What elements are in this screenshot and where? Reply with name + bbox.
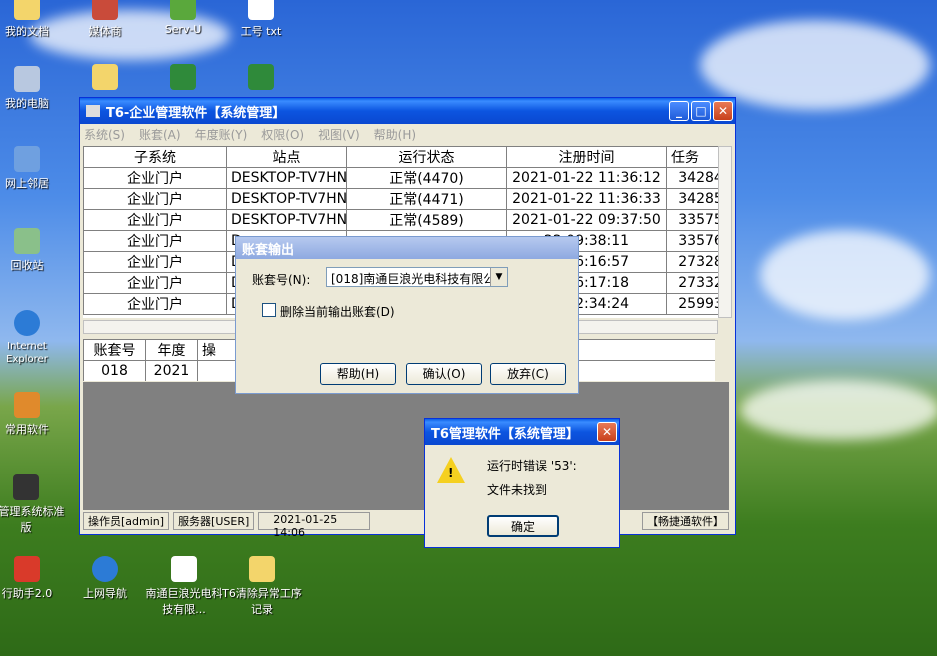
error-line1: 运行时错误 '53': xyxy=(487,459,577,473)
desktop-icon-excel1[interactable] xyxy=(148,64,218,93)
desktop-icon-ie[interactable]: Internet Explorer xyxy=(0,310,62,365)
desktop-icon-nav[interactable]: 上网导航 xyxy=(70,556,140,601)
desktop-icon-txt[interactable]: 工号 txt xyxy=(226,0,296,39)
app-icon xyxy=(92,0,118,20)
menu-account[interactable]: 账套(A) xyxy=(139,126,181,143)
content-gray-area xyxy=(83,382,729,510)
maximize-button[interactable]: □ xyxy=(691,101,711,121)
desktop-icon-media[interactable]: 媒体商 xyxy=(70,0,140,39)
recycle-bin-icon xyxy=(14,228,40,254)
menu-view[interactable]: 视图(V) xyxy=(318,126,360,143)
desktop-icon-t6-clear[interactable]: T6清除异常工序记录 xyxy=(222,556,302,617)
app-icon xyxy=(86,105,100,117)
col-login-time[interactable]: 注册时间 xyxy=(506,146,667,168)
chevron-down-icon[interactable]: ▼ xyxy=(490,268,507,286)
minimize-button[interactable]: _ xyxy=(669,101,689,121)
network-icon xyxy=(14,146,40,172)
error-title: T6管理软件【系统管理】 xyxy=(431,426,579,442)
status-bar: 操作员[admin] 服务器[USER] 2021-01-25 14:06 【畅… xyxy=(83,512,729,539)
col-task[interactable]: 任务 xyxy=(666,146,719,168)
table-row[interactable]: 企业门户DESKTOP-TV7HN1F正常(4589)2021-01-22 09… xyxy=(83,209,719,231)
close-button[interactable]: ✕ xyxy=(713,101,733,121)
col-subsystem[interactable]: 子系统 xyxy=(83,146,227,168)
text-file-icon xyxy=(248,0,274,20)
desktop-icon-servu[interactable]: Serv-U xyxy=(148,0,218,36)
servu-icon xyxy=(170,0,196,20)
col-account-no[interactable]: 账套号 xyxy=(83,339,146,361)
menu-help[interactable]: 帮助(H) xyxy=(374,126,416,143)
desktop-icon-common-software[interactable]: 常用软件 xyxy=(0,392,62,437)
folder-icon xyxy=(249,556,275,582)
table-row[interactable]: 企业门户DESKTOP-TV7HN1F正常(4470)2021-01-22 11… xyxy=(83,167,719,189)
status-server: 服务器[USER] xyxy=(173,512,255,530)
menu-system[interactable]: 系统(S) xyxy=(84,126,125,143)
desktop-icon-folder2[interactable] xyxy=(70,64,140,93)
main-titlebar[interactable]: T6-企业管理软件【系统管理】 _ □ ✕ xyxy=(80,98,735,124)
desktop-icon-my-computer[interactable]: 我的电脑 xyxy=(0,66,62,111)
menu-permission[interactable]: 权限(O) xyxy=(261,126,304,143)
account-label: 账套号(N): xyxy=(252,273,311,287)
browser-icon xyxy=(92,556,118,582)
menubar: 系统(S) 账套(A) 年度账(Y) 权限(O) 视图(V) 帮助(H) xyxy=(80,124,735,144)
folder-icon xyxy=(14,0,40,20)
col-status[interactable]: 运行状态 xyxy=(346,146,507,168)
confirm-button[interactable]: 确认(O) xyxy=(406,363,482,385)
close-button[interactable]: ✕ xyxy=(597,422,617,442)
error-dialog: T6管理软件【系统管理】 ✕ ! 运行时错误 '53': 文件未找到 确定 xyxy=(424,418,620,548)
error-titlebar[interactable]: T6管理软件【系统管理】 ✕ xyxy=(425,419,619,445)
assistant-icon xyxy=(14,556,40,582)
ok-button[interactable]: 确定 xyxy=(487,515,559,537)
desktop-icon-excel2[interactable] xyxy=(226,64,296,93)
account-select[interactable]: [018]南通巨浪光电科技有限公 ▼ xyxy=(326,267,508,287)
error-line2: 文件未找到 xyxy=(487,483,548,497)
desktop-icon-my-documents[interactable]: 我的文档 xyxy=(0,0,62,39)
status-datetime: 2021-01-25 14:06 xyxy=(258,512,371,539)
export-dialog: 账套输出 账套号(N): [018]南通巨浪光电科技有限公 ▼ 删除当前输出账套… xyxy=(235,236,579,394)
desktop-icon-recycle-bin[interactable]: 回收站 xyxy=(0,228,62,273)
software-icon xyxy=(14,392,40,418)
export-title: 账套输出 xyxy=(242,242,295,258)
vertical-scrollbar[interactable] xyxy=(718,146,732,318)
desktop-icon-assistant[interactable]: 行助手2.0 xyxy=(0,556,62,601)
col-year[interactable]: 年度 xyxy=(145,339,198,361)
folder-icon xyxy=(92,64,118,90)
delete-label: 删除当前输出账套(D) xyxy=(280,305,395,319)
status-brand: 【畅捷通软件】 xyxy=(642,512,729,530)
desktop-icon-attendance[interactable]: 勤管理系统标准版 xyxy=(0,474,66,535)
status-operator: 操作员[admin] xyxy=(83,512,170,530)
col-site[interactable]: 站点 xyxy=(226,146,347,168)
attendance-icon xyxy=(13,474,39,500)
table-row[interactable]: 企业门户DESKTOP-TV7HN1F正常(4471)2021-01-22 11… xyxy=(83,188,719,210)
desktop-icon-company-file[interactable]: 南通巨浪光电科技有限... xyxy=(144,556,224,617)
computer-icon xyxy=(14,66,40,92)
desktop-icon-network[interactable]: 网上邻居 xyxy=(0,146,62,191)
internet-explorer-icon xyxy=(14,310,40,336)
excel-icon xyxy=(248,64,274,90)
excel-icon xyxy=(170,64,196,90)
main-title: T6-企业管理软件【系统管理】 xyxy=(106,105,286,121)
export-titlebar[interactable]: 账套输出 xyxy=(236,237,578,259)
warning-icon-mark: ! xyxy=(448,466,454,480)
menu-year[interactable]: 年度账(Y) xyxy=(195,126,248,143)
delete-checkbox[interactable] xyxy=(262,303,276,317)
cancel-button[interactable]: 放弃(C) xyxy=(490,363,566,385)
help-button[interactable]: 帮助(H) xyxy=(320,363,396,385)
document-icon xyxy=(171,556,197,582)
